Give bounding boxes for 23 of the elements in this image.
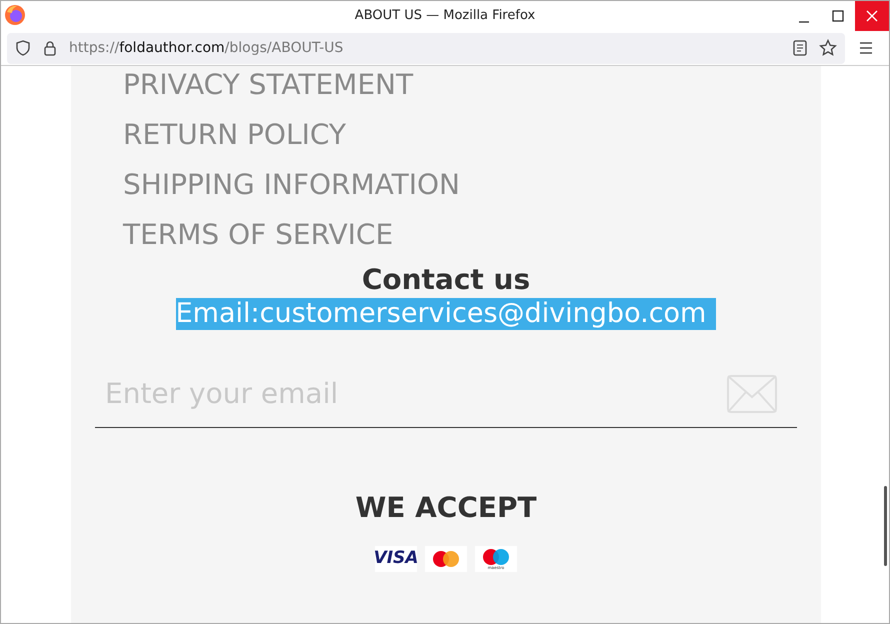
- address-bar[interactable]: https://foldauthor.com/blogs/ABOUT-US: [7, 32, 845, 64]
- visa-logo: VISA: [374, 547, 418, 570]
- window-title: ABOUT US — Mozilla Firefox: [354, 7, 536, 26]
- footer-link[interactable]: RETURN POLICY: [123, 116, 346, 154]
- footer-link[interactable]: SHIPPING INFORMATION: [123, 166, 460, 204]
- url-text: https://foldauthor.com/blogs/ABOUT-US: [69, 38, 344, 58]
- footer-link[interactable]: TERMS OF SERVICE: [123, 216, 394, 254]
- reader-view-icon[interactable]: [793, 40, 807, 56]
- scrollbar-thumb[interactable]: [884, 486, 887, 566]
- close-button[interactable]: [855, 1, 889, 31]
- maximize-icon: [832, 10, 844, 22]
- accept-heading: WE ACCEPT: [354, 490, 538, 526]
- mastercard-logo: [432, 550, 460, 568]
- firefox-logo-icon: [4, 4, 26, 26]
- contact-heading: Contact us: [360, 262, 532, 298]
- contact-email: Email:customerservices@divingbo.com: [176, 298, 716, 330]
- close-icon: [866, 10, 878, 22]
- bookmark-star-icon[interactable]: [819, 39, 837, 57]
- menu-icon: [859, 42, 873, 54]
- footer-link[interactable]: PRIVACY STATEMENT: [123, 66, 414, 104]
- minimize-icon: [798, 21, 810, 23]
- lock-icon: [43, 40, 57, 56]
- shield-icon: [15, 40, 31, 56]
